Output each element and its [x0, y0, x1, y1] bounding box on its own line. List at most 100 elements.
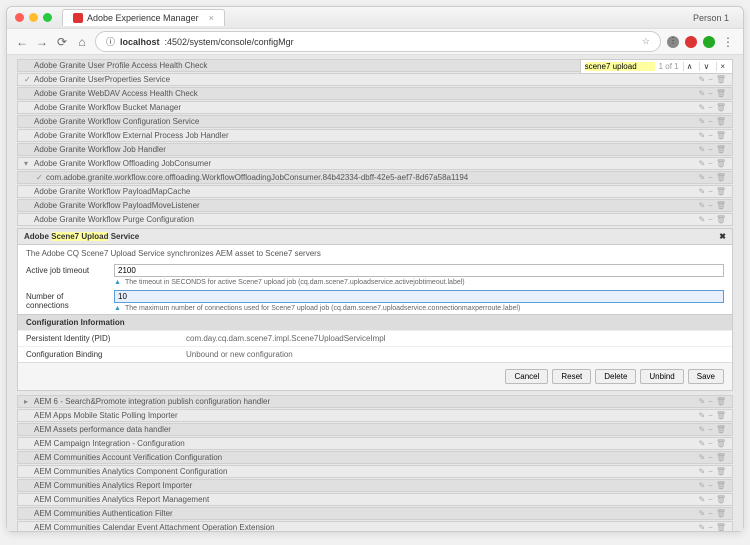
edit-icon[interactable]: ✎ — [698, 495, 705, 504]
delete-icon[interactable]: 🗑 — [716, 75, 726, 84]
copy-icon[interactable]: − — [708, 103, 713, 112]
config-row[interactable]: ✓com.adobe.granite.workflow.core.offload… — [17, 171, 733, 184]
info-icon[interactable]: ⓘ — [106, 35, 115, 48]
config-row[interactable]: Adobe Granite Workflow Job Handler✎−🗑 — [17, 143, 733, 156]
find-next-button[interactable]: ∨ — [699, 62, 712, 71]
reload-button[interactable]: ⟳ — [55, 35, 69, 49]
edit-icon[interactable]: ✎ — [698, 425, 705, 434]
copy-icon[interactable]: − — [708, 481, 713, 490]
delete-icon[interactable]: 🗑 — [716, 201, 726, 210]
browser-tab[interactable]: Adobe Experience Manager × — [62, 9, 225, 26]
extension-icon[interactable] — [685, 36, 697, 48]
copy-icon[interactable]: − — [708, 397, 713, 406]
delete-icon[interactable]: 🗑 — [716, 159, 726, 168]
delete-icon[interactable]: 🗑 — [716, 439, 726, 448]
delete-icon[interactable]: 🗑 — [716, 187, 726, 196]
edit-icon[interactable]: ✎ — [698, 439, 705, 448]
extension-icon[interactable] — [703, 36, 715, 48]
unbind-button[interactable]: Unbind — [640, 369, 683, 384]
delete-icon[interactable]: 🗑 — [716, 173, 726, 182]
edit-icon[interactable]: ✎ — [698, 103, 705, 112]
delete-icon[interactable]: 🗑 — [716, 117, 726, 126]
config-row[interactable]: Adobe Granite Workflow Purge Configurati… — [17, 213, 733, 226]
config-row[interactable]: Adobe Granite Workflow Configuration Ser… — [17, 115, 733, 128]
copy-icon[interactable]: − — [708, 117, 713, 126]
delete-icon[interactable]: 🗑 — [716, 523, 726, 531]
delete-icon[interactable]: 🗑 — [716, 411, 726, 420]
active-job-timeout-input[interactable] — [114, 264, 724, 277]
delete-icon[interactable]: 🗑 — [716, 509, 726, 518]
delete-icon[interactable]: 🗑 — [716, 103, 726, 112]
copy-icon[interactable]: − — [708, 187, 713, 196]
expand-icon[interactable]: ▾ — [24, 159, 34, 168]
config-row[interactable]: AEM Communities Analytics Report Managem… — [17, 493, 733, 506]
copy-icon[interactable]: − — [708, 75, 713, 84]
menu-icon[interactable]: ⋮ — [721, 35, 735, 49]
reset-button[interactable]: Reset — [552, 369, 591, 384]
dialog-close-icon[interactable]: ✖ — [719, 232, 726, 241]
config-row[interactable]: AEM Communities Account Verification Con… — [17, 451, 733, 464]
back-button[interactable]: ← — [15, 35, 29, 49]
edit-icon[interactable]: ✎ — [698, 509, 705, 518]
config-row[interactable]: Adobe Granite Workflow Bucket Manager✎−🗑 — [17, 101, 733, 114]
delete-icon[interactable]: 🗑 — [716, 215, 726, 224]
delete-icon[interactable]: 🗑 — [716, 453, 726, 462]
edit-icon[interactable]: ✎ — [698, 131, 705, 140]
copy-icon[interactable]: − — [708, 439, 713, 448]
config-row[interactable]: AEM Apps Mobile Static Polling Importer✎… — [17, 409, 733, 422]
delete-icon[interactable]: 🗑 — [716, 425, 726, 434]
profile-label[interactable]: Person 1 — [687, 11, 735, 25]
tab-close-icon[interactable]: × — [209, 13, 214, 23]
config-row[interactable]: AEM Communities Analytics Component Conf… — [17, 465, 733, 478]
copy-icon[interactable]: − — [708, 173, 713, 182]
maximize-window-icon[interactable] — [43, 13, 52, 22]
config-row[interactable]: AEM Communities Calendar Event Attachmen… — [17, 521, 733, 531]
home-button[interactable]: ⌂ — [75, 35, 89, 49]
expand-icon[interactable]: ▸ — [24, 397, 34, 406]
config-row[interactable]: Adobe Granite Workflow PayloadMoveListen… — [17, 199, 733, 212]
extension-icon[interactable]: ⋮ — [667, 36, 679, 48]
edit-icon[interactable]: ✎ — [698, 117, 705, 126]
edit-icon[interactable]: ✎ — [698, 411, 705, 420]
config-row[interactable]: Adobe Granite WebDAV Access Health Check… — [17, 87, 733, 100]
delete-icon[interactable]: 🗑 — [716, 495, 726, 504]
delete-icon[interactable]: 🗑 — [716, 397, 726, 406]
config-row[interactable]: Adobe Granite Workflow PayloadMapCache✎−… — [17, 185, 733, 198]
delete-icon[interactable]: 🗑 — [716, 89, 726, 98]
edit-icon[interactable]: ✎ — [698, 75, 705, 84]
find-close-button[interactable]: × — [716, 62, 728, 71]
copy-icon[interactable]: − — [708, 453, 713, 462]
copy-icon[interactable]: − — [708, 159, 713, 168]
copy-icon[interactable]: − — [708, 411, 713, 420]
copy-icon[interactable]: − — [708, 467, 713, 476]
copy-icon[interactable]: − — [708, 215, 713, 224]
forward-button[interactable]: → — [35, 35, 49, 49]
address-bar[interactable]: ⓘ localhost :4502/system/console/configM… — [95, 31, 661, 52]
close-window-icon[interactable] — [15, 13, 24, 22]
edit-icon[interactable]: ✎ — [698, 187, 705, 196]
config-row[interactable]: AEM Assets performance data handler✎−🗑 — [17, 423, 733, 436]
find-input[interactable] — [585, 62, 655, 71]
edit-icon[interactable]: ✎ — [698, 467, 705, 476]
delete-icon[interactable]: 🗑 — [716, 467, 726, 476]
config-row[interactable]: AEM Campaign Integration - Configuration… — [17, 437, 733, 450]
config-row[interactable]: Adobe Granite Workflow External Process … — [17, 129, 733, 142]
edit-icon[interactable]: ✎ — [698, 145, 705, 154]
config-row[interactable]: AEM Communities Analytics Report Importe… — [17, 479, 733, 492]
edit-icon[interactable]: ✎ — [698, 215, 705, 224]
number-connections-input[interactable] — [114, 290, 724, 303]
edit-icon[interactable]: ✎ — [698, 397, 705, 406]
copy-icon[interactable]: − — [708, 509, 713, 518]
edit-icon[interactable]: ✎ — [698, 453, 705, 462]
delete-icon[interactable]: 🗑 — [716, 481, 726, 490]
copy-icon[interactable]: − — [708, 495, 713, 504]
save-button[interactable]: Save — [688, 369, 724, 384]
cancel-button[interactable]: Cancel — [505, 369, 548, 384]
bookmark-star-icon[interactable]: ☆ — [642, 36, 650, 47]
config-row[interactable]: ▾Adobe Granite Workflow Offloading JobCo… — [17, 157, 733, 170]
copy-icon[interactable]: − — [708, 523, 713, 531]
edit-icon[interactable]: ✎ — [698, 89, 705, 98]
config-row[interactable]: ▸AEM 6 - Search&Promote integration publ… — [17, 395, 733, 408]
copy-icon[interactable]: − — [708, 201, 713, 210]
delete-icon[interactable]: 🗑 — [716, 131, 726, 140]
